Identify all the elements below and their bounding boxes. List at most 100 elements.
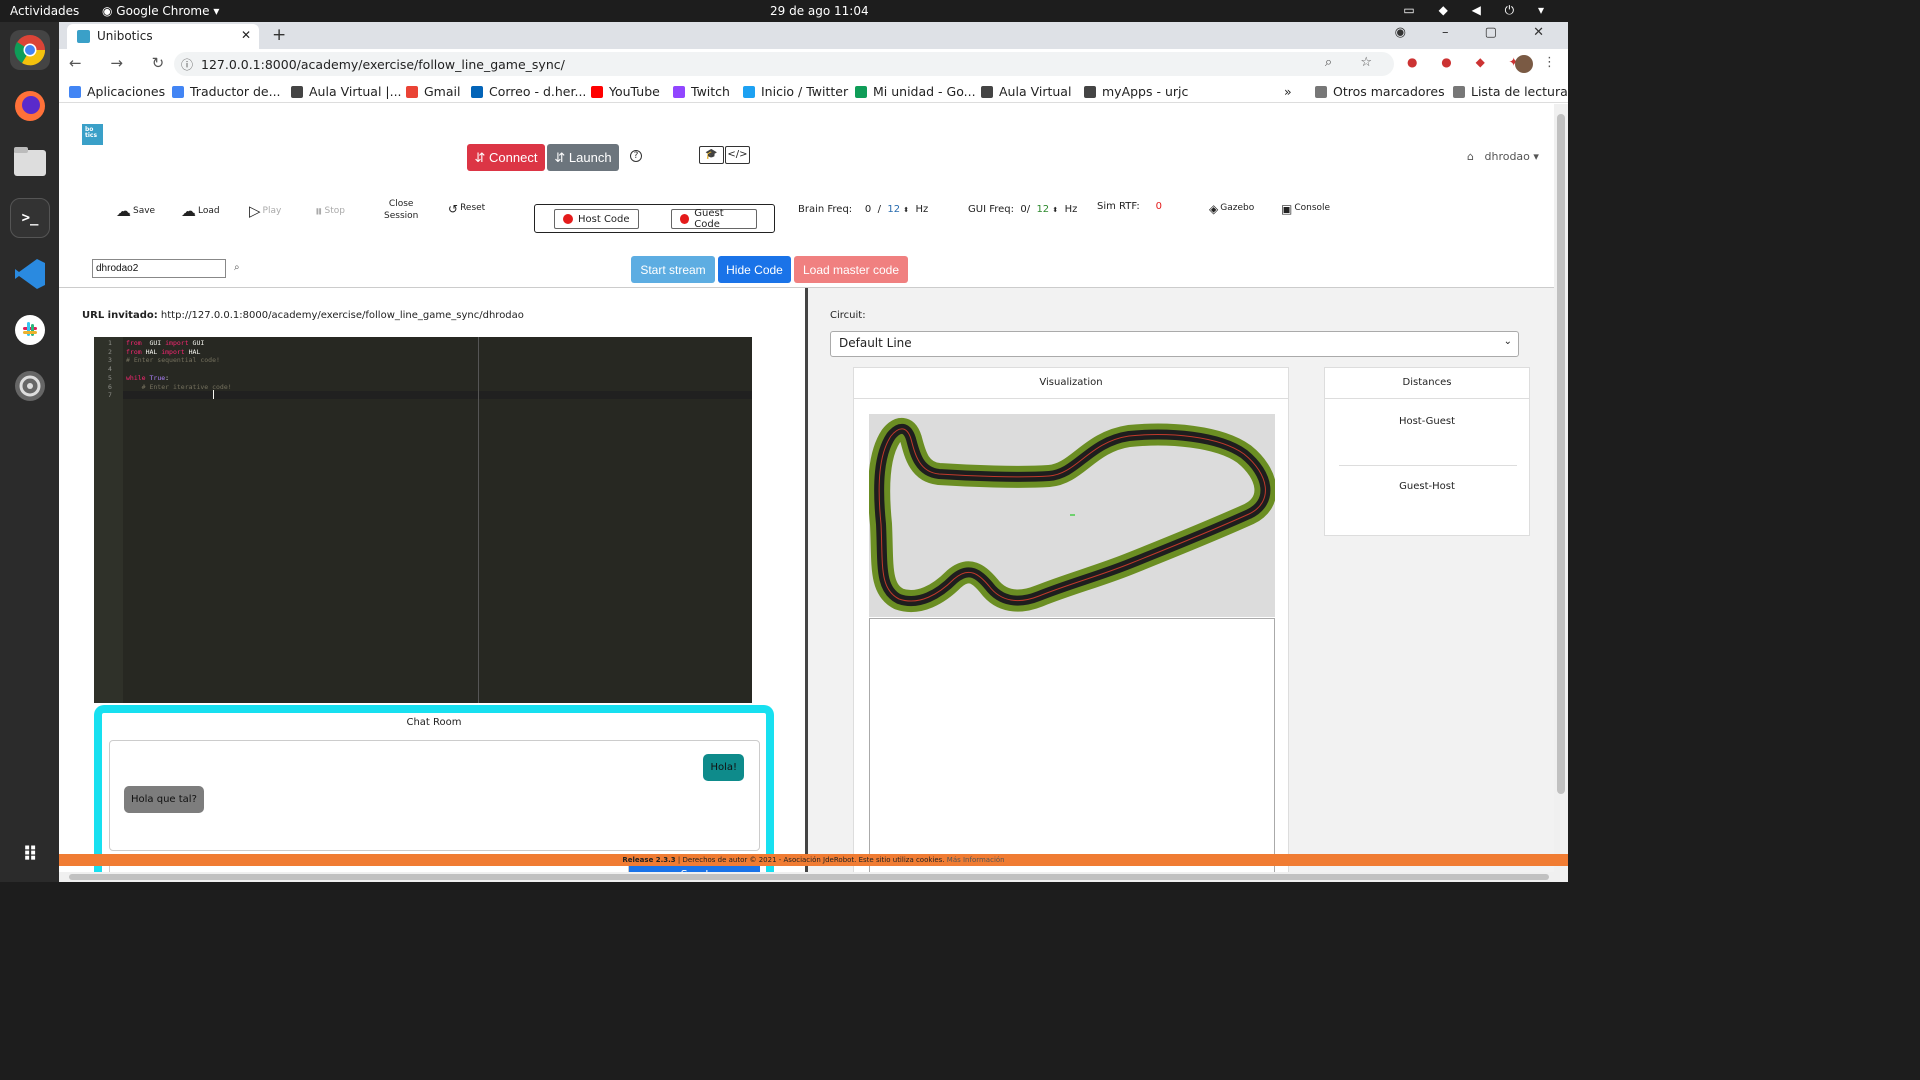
tab-bar: Unibotics ✕ + ◉ – ▢ ✕: [59, 22, 1568, 49]
show-apps-icon[interactable]: ⠿: [10, 834, 50, 874]
translate-icon: [172, 86, 184, 98]
chrome-launcher-icon[interactable]: [10, 30, 50, 70]
chat-title: Chat Room: [406, 717, 462, 728]
vertical-scrollbar[interactable]: [1554, 104, 1568, 872]
host-code-button[interactable]: Host Code: [554, 209, 639, 229]
unibotics-logo[interactable]: bo tics: [82, 124, 103, 145]
brain-freq-sep: /: [877, 204, 882, 215]
save-button[interactable]: ☁ Save: [116, 202, 155, 220]
site-info-icon[interactable]: ⓘ: [181, 56, 193, 73]
zoom-star-icons[interactable]: ⌕ ☆: [1325, 55, 1384, 70]
system-tray-icons[interactable]: ▭ ◆ ◀ ⏻ ▾: [1403, 3, 1554, 18]
guest-code-button[interactable]: Guest Code: [671, 208, 757, 230]
extension-icons[interactable]: ● ● ◆ ✦: [1407, 55, 1529, 69]
other-bookmarks[interactable]: Otros marcadores: [1315, 84, 1445, 99]
circuit-map-image: [868, 414, 1277, 617]
app-menu[interactable]: ◉ Google Chrome ▾: [102, 4, 219, 18]
stop-button[interactable]: ⏸ Stop: [315, 202, 345, 220]
code-view-icon[interactable]: </>: [725, 146, 750, 164]
help-icon[interactable]: ?: [630, 150, 642, 162]
play-button[interactable]: ▷ Play: [249, 202, 281, 220]
chat-input[interactable]: [109, 865, 629, 872]
bookmark-label: myApps - urjc: [1102, 84, 1189, 99]
code-token: HAL: [184, 347, 201, 356]
reading-list[interactable]: Lista de lectura: [1453, 84, 1568, 99]
simulation-pane: Circuit: Default Line ⌄ Visualization Di…: [808, 288, 1554, 872]
twitter-icon: [743, 86, 755, 98]
gazebo-button[interactable]: ◈ Gazebo: [1209, 202, 1254, 216]
web-page: bo tics ⇵ Connect ⇵ Launch ? 🎓 </> ⌂ dhro…: [59, 104, 1554, 872]
reading-list-icon: [1453, 86, 1465, 98]
new-tab-button[interactable]: +: [272, 25, 286, 45]
gui-freq-value[interactable]: 0/: [1020, 204, 1030, 215]
slack-launcher-icon[interactable]: [10, 310, 50, 350]
play-label: Play: [262, 206, 282, 216]
circuit-select[interactable]: Default Line ⌄: [830, 331, 1519, 357]
load-button[interactable]: ☁ Load: [181, 202, 220, 220]
bookmark-8[interactable]: Mi unidad - Go...: [855, 84, 976, 99]
connect-button[interactable]: ⇵ Connect: [467, 144, 545, 171]
settings-launcher-icon[interactable]: [10, 366, 50, 406]
drive-icon: [855, 86, 867, 98]
pause-icon: ⏸: [315, 202, 323, 220]
bookmark-2[interactable]: Aula Virtual |...: [291, 84, 402, 99]
host-guest-label: Host-Guest: [1398, 416, 1456, 427]
brain-freq-stepper-icon[interactable]: ⬍: [903, 206, 909, 214]
bookmark-4[interactable]: Correo - d.her...: [471, 84, 586, 99]
activities-button[interactable]: Actividades: [10, 4, 79, 18]
horizontal-scrollbar[interactable]: [59, 872, 1568, 882]
clock[interactable]: 29 de ago 11:04: [770, 4, 869, 18]
bookmark-6[interactable]: Twitch: [673, 84, 730, 99]
guest-username-input[interactable]: [92, 259, 226, 278]
guest-url-value[interactable]: http://127.0.0.1:8000/academy/exercise/f…: [161, 310, 524, 321]
system-top-bar: Actividades ◉ Google Chrome ▾ 29 de ago …: [0, 0, 1568, 22]
files-launcher-icon[interactable]: [10, 142, 50, 182]
tab-unibotics[interactable]: Unibotics ✕: [67, 24, 259, 49]
user-name: dhrodao ▾: [1484, 150, 1539, 163]
search-icon[interactable]: ⌕: [234, 262, 240, 273]
gui-freq-label: GUI Freq:: [968, 204, 1014, 215]
bookmark-9[interactable]: Aula Virtual: [981, 84, 1071, 99]
window-controls[interactable]: ◉ – ▢ ✕: [1395, 25, 1560, 40]
profile-avatar[interactable]: [1515, 55, 1533, 73]
vertical-scrollbar-thumb[interactable]: [1557, 114, 1565, 794]
footer-release: Release 2.3.3: [622, 856, 676, 864]
car-marker: [1070, 514, 1075, 516]
bookmark-1[interactable]: Traductor de...: [172, 84, 281, 99]
code-token: GUI: [188, 339, 205, 347]
vscode-launcher-icon[interactable]: [10, 254, 50, 294]
chrome-menu-icon[interactable]: ⋮: [1543, 55, 1556, 70]
bookmarks-overflow-icon[interactable]: »: [1284, 84, 1292, 99]
bookmark-10[interactable]: myApps - urjc: [1084, 84, 1188, 99]
bookmark-5[interactable]: YouTube: [591, 84, 660, 99]
visualization-title: Visualization: [854, 368, 1288, 399]
gui-freq-stepper-icon[interactable]: ⬍: [1052, 206, 1058, 214]
bookmark-0[interactable]: Aplicaciones: [69, 84, 165, 99]
console-button[interactable]: ▣ Console: [1281, 202, 1330, 216]
brain-freq-max[interactable]: 12: [887, 204, 900, 215]
line-number: 3: [108, 356, 112, 365]
close-tab-icon[interactable]: ✕: [241, 28, 251, 42]
footer-more-link[interactable]: Más Información: [947, 856, 1005, 864]
horizontal-scrollbar-thumb[interactable]: [69, 874, 1549, 880]
close-session-button[interactable]: Close Session: [384, 198, 418, 222]
code-editor[interactable]: 1 from GUI import GUI 2 from HAL import HAL…: [94, 337, 752, 703]
firefox-launcher-icon[interactable]: [10, 86, 50, 126]
hide-code-button[interactable]: Hide Code: [718, 256, 791, 283]
cloud-download-icon: ☁: [181, 202, 196, 220]
gui-freq-max[interactable]: 12: [1036, 204, 1049, 215]
bookmark-3[interactable]: Gmail: [406, 84, 460, 99]
launch-button[interactable]: ⇵ Launch: [547, 144, 619, 171]
start-stream-button[interactable]: Start stream: [631, 256, 715, 283]
bookmarks-bar: » Otros marcadores Lista de lectura Apli…: [59, 79, 1568, 103]
user-menu[interactable]: ⌂ dhrodao ▾: [1467, 150, 1539, 163]
reset-button[interactable]: ↺ Reset: [448, 202, 485, 216]
bookmark-label: Traductor de...: [190, 84, 281, 99]
bookmark-7[interactable]: Inicio / Twitter: [743, 84, 848, 99]
terminal-launcher-icon[interactable]: >_: [10, 198, 50, 238]
brain-freq-value[interactable]: 0: [865, 204, 871, 215]
url-input[interactable]: ⓘ 127.0.0.1:8000/academy/exercise/follow…: [174, 52, 1394, 76]
mortarboard-icon[interactable]: 🎓: [699, 146, 724, 164]
load-master-code-button[interactable]: Load master code: [794, 256, 908, 283]
code-token: HAL: [141, 347, 162, 356]
